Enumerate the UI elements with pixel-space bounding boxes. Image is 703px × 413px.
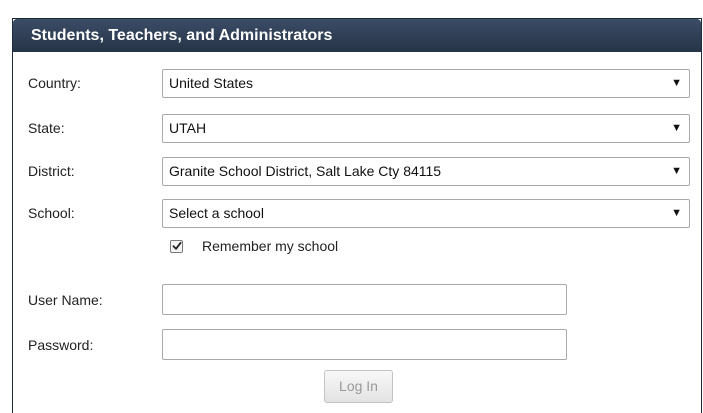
school-label: School: [28,205,75,221]
username-label: User Name: [28,292,103,308]
panel-title: Students, Teachers, and Administrators [13,19,701,52]
login-button[interactable]: Log In [324,370,393,403]
dropdown-arrow-icon: ▼ [671,122,682,134]
state-label: State: [28,120,65,136]
district-label: District: [28,163,75,179]
state-select[interactable]: UTAH ▼ [162,114,690,143]
password-label: Password: [28,337,94,353]
country-select[interactable]: United States ▼ [162,69,690,98]
dropdown-arrow-icon: ▼ [671,165,682,177]
remember-school-row[interactable]: Remember my school [170,238,338,254]
remember-school-label: Remember my school [202,238,339,254]
dropdown-arrow-icon: ▼ [671,207,682,219]
username-field[interactable] [162,284,567,315]
remember-school-checkbox[interactable] [170,239,183,253]
state-select-value: UTAH [169,120,207,136]
password-field[interactable] [162,329,567,360]
checkmark-icon [172,241,182,250]
district-select[interactable]: Granite School District, Salt Lake Cty 8… [162,157,690,186]
country-select-value: United States [169,75,254,91]
district-select-value: Granite School District, Salt Lake Cty 8… [169,163,442,179]
school-select[interactable]: Select a school ▼ [162,199,690,228]
country-label: Country: [28,75,81,91]
dropdown-arrow-icon: ▼ [671,77,682,89]
school-select-value: Select a school [169,205,264,221]
